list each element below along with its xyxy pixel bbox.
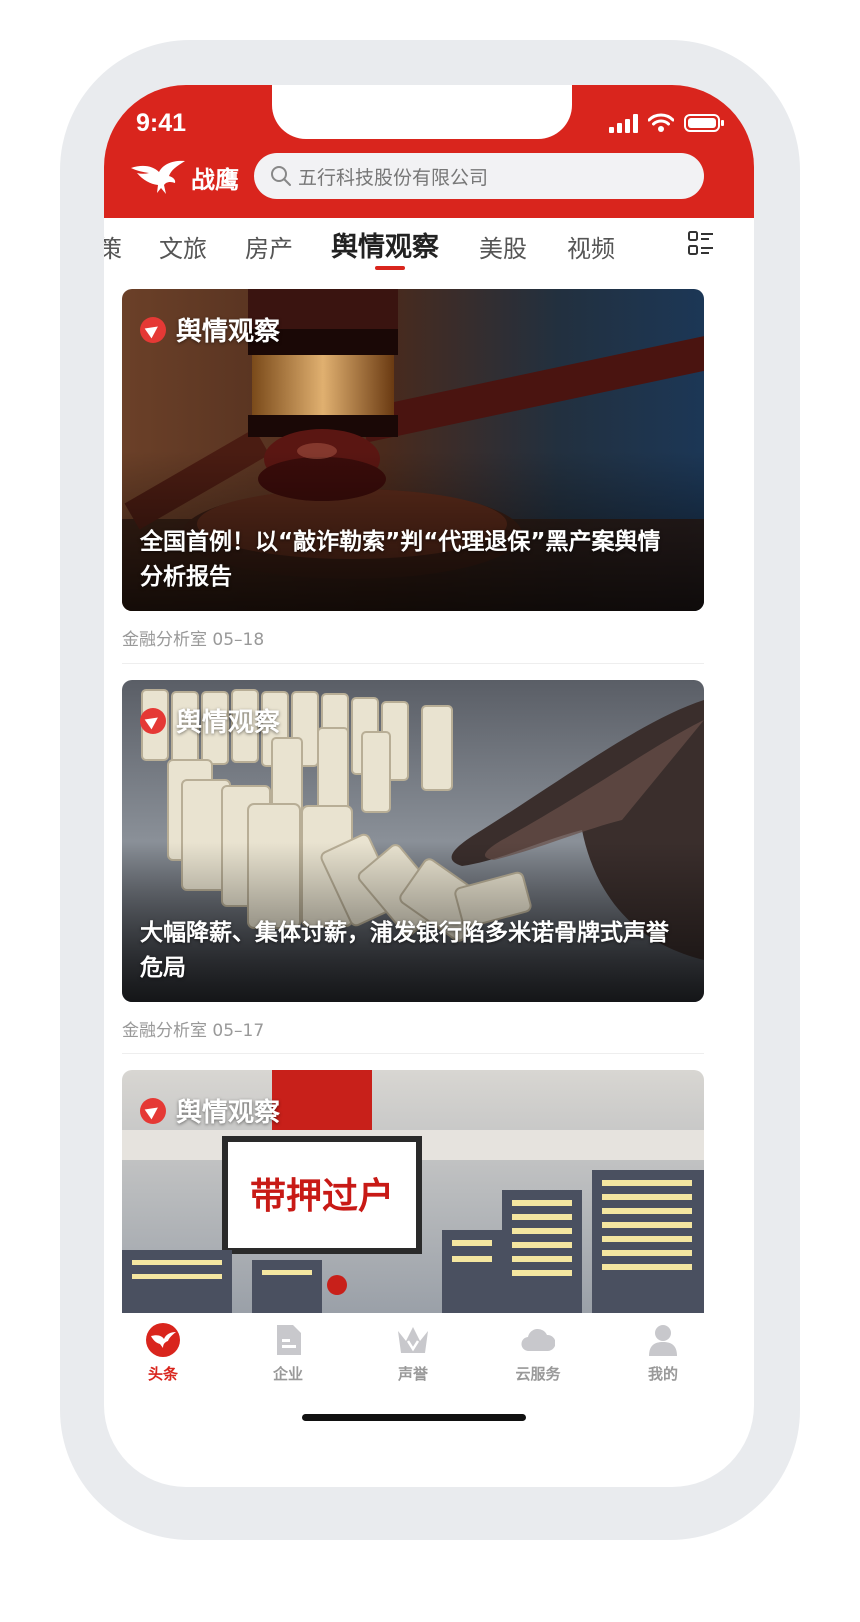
person-icon bbox=[649, 1325, 677, 1356]
crown-icon bbox=[398, 1327, 428, 1353]
nav-yunfuwu[interactable]: 云服务 bbox=[493, 1323, 583, 1384]
nav-label: 我的 bbox=[647, 1365, 678, 1383]
eagle-icon bbox=[146, 1323, 180, 1357]
nav-label: 企业 bbox=[272, 1365, 303, 1383]
divider bbox=[122, 663, 704, 664]
article-card[interactable]: 舆情观察 全国首例！以“敲诈勒索”判“代理退保”黑产案舆情分析报告 bbox=[122, 289, 704, 611]
tab-meigu[interactable]: 美股 bbox=[479, 229, 527, 264]
nav-toutiao[interactable]: 头条 bbox=[118, 1323, 208, 1384]
article-tag: 舆情观察 bbox=[140, 1092, 280, 1129]
article-meta: 金融分析室 05–18 bbox=[122, 630, 265, 650]
tab-wenlv[interactable]: 文旅 bbox=[159, 229, 207, 264]
tab-partial[interactable]: 策 bbox=[104, 229, 122, 264]
bottom-tab-bar: 头条 企业 声誉 云服务 我的 bbox=[104, 1315, 754, 1385]
nav-qiye[interactable]: 企业 bbox=[243, 1323, 333, 1384]
article-tag-label: 舆情观察 bbox=[176, 708, 281, 738]
home-indicator bbox=[302, 1414, 526, 1421]
eagle-logo-icon bbox=[131, 160, 185, 194]
tab-yuqing[interactable]: 舆情观察 bbox=[331, 225, 439, 264]
article-tag-label: 舆情观察 bbox=[176, 1098, 281, 1128]
search-placeholder: 五行科技股份有限公司 bbox=[298, 166, 489, 189]
article-tag: 舆情观察 bbox=[140, 702, 280, 739]
tab-shipin[interactable]: 视频 bbox=[567, 229, 615, 264]
status-icons bbox=[609, 113, 724, 133]
category-menu-icon[interactable] bbox=[687, 229, 715, 257]
document-icon bbox=[277, 1325, 301, 1355]
article-card[interactable]: 带押过户 舆情观察 bbox=[122, 1070, 704, 1313]
active-tab-indicator bbox=[375, 266, 405, 270]
status-time: 9:41 bbox=[136, 109, 187, 137]
device-notch bbox=[272, 85, 572, 139]
article-card[interactable]: 舆情观察 大幅降薪、集体讨薪，浦发银行陷多米诺骨牌式声誉危局 bbox=[122, 680, 704, 1002]
tab-fangchan[interactable]: 房产 bbox=[245, 229, 293, 264]
nav-wode[interactable]: 我的 bbox=[618, 1323, 708, 1384]
search-icon bbox=[271, 166, 291, 186]
send-icon bbox=[140, 1097, 166, 1124]
article-tag: 舆情观察 bbox=[140, 311, 280, 348]
battery-icon bbox=[684, 114, 724, 132]
app-logo: 战鹰 bbox=[129, 158, 239, 196]
divider bbox=[122, 1053, 704, 1054]
wifi-icon bbox=[648, 113, 674, 132]
send-icon bbox=[140, 316, 166, 343]
send-icon bbox=[140, 707, 166, 734]
signal-icon bbox=[609, 113, 638, 133]
search-bar[interactable]: 五行科技股份有限公司 bbox=[254, 153, 704, 199]
article-title[interactable]: 大幅降薪、集体讨薪，浦发银行陷多米诺骨牌式声誉危局 bbox=[140, 916, 678, 986]
nav-label: 云服务 bbox=[515, 1365, 561, 1383]
article-meta: 金融分析室 05–17 bbox=[122, 1021, 265, 1041]
nav-shengyu[interactable]: 声誉 bbox=[368, 1323, 458, 1384]
nav-label: 声誉 bbox=[397, 1365, 428, 1383]
cloud-icon bbox=[521, 1328, 556, 1352]
nav-label: 头条 bbox=[147, 1365, 178, 1383]
app-screen: 9:41 战鹰 五行科技股份有限公司 策 文旅 房产 舆情观察 美股 视频 舆情… bbox=[104, 85, 754, 1487]
article-tag-label: 舆情观察 bbox=[176, 317, 281, 347]
category-tabs: 策 文旅 房产 舆情观察 美股 视频 bbox=[104, 225, 754, 285]
app-name: 战鹰 bbox=[191, 165, 239, 194]
sign-text: 带押过户 bbox=[250, 1176, 394, 1217]
app-header: 9:41 战鹰 五行科技股份有限公司 bbox=[104, 85, 754, 218]
article-title[interactable]: 全国首例！以“敲诈勒索”判“代理退保”黑产案舆情分析报告 bbox=[140, 525, 678, 595]
